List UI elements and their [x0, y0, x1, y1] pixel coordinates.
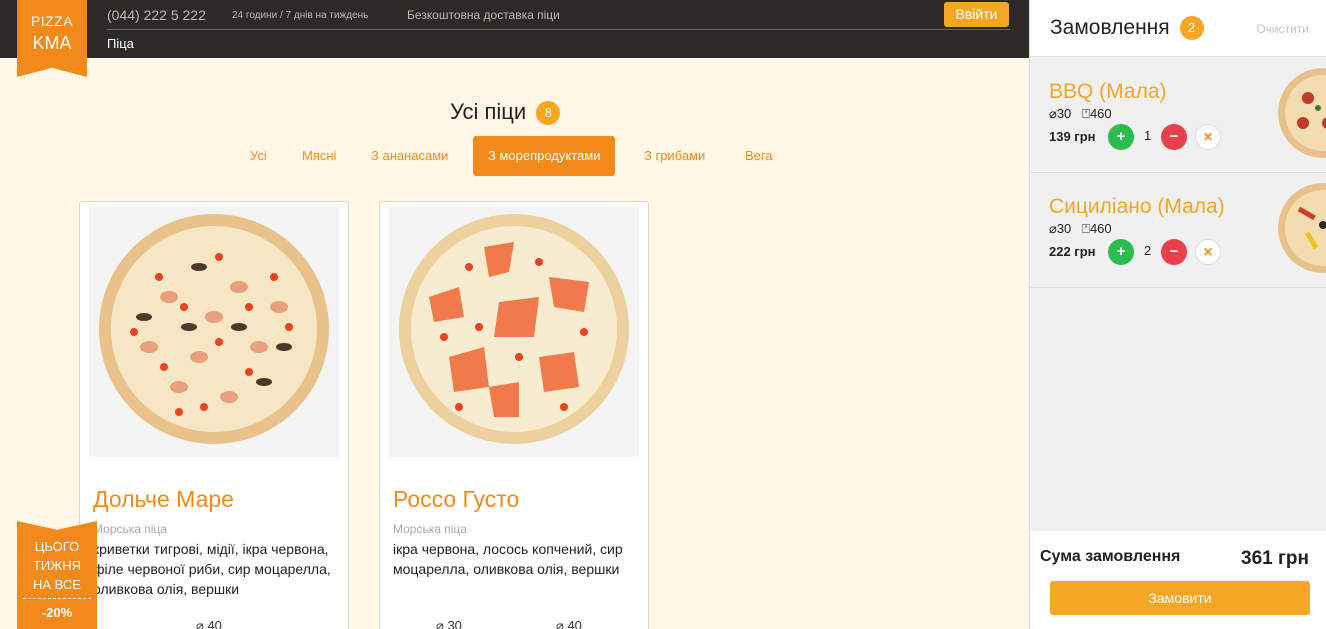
order-title: Замовлення 2 — [1050, 16, 1204, 41]
place-order-button[interactable]: Замовити — [1050, 581, 1310, 615]
top-bar: (044) 222 5 222 24 години / 7 днів на ти… — [0, 0, 1029, 58]
decrease-quantity-button[interactable]: − — [1161, 239, 1187, 265]
diameter-icon: ⌀ — [556, 618, 564, 629]
size-40: ⌀ 40 — [556, 618, 582, 629]
order-item-price: 222 грн — [1049, 244, 1096, 259]
clear-order-button[interactable]: Очистити — [1256, 22, 1309, 36]
order-item: Сициліано (Мала) ⌀30 ⍞460 222 грн + 2 − … — [1030, 173, 1326, 288]
size-value: 40 — [567, 618, 582, 629]
order-item-meta: ⌀30 ⍞460 — [1049, 221, 1112, 237]
page-title-text: Усі піци — [450, 99, 527, 124]
remove-item-button[interactable]: ✕ — [1195, 124, 1221, 150]
pizza-type: Морська піца — [93, 522, 167, 536]
pizza-rosso-gusto-image — [389, 207, 639, 457]
pizza-description: криветки тигрові, мідії, ікра червона, ф… — [93, 541, 331, 597]
order-item-weight: 460 — [1089, 221, 1112, 236]
order-footer: Сума замовлення 361 грн Замовити — [1030, 531, 1326, 629]
order-item: BBQ (Мала) ⌀30 ⍞460 139 грн + 1 − ✕ — [1030, 58, 1326, 173]
login-button[interactable]: Ввійти — [944, 2, 1009, 27]
promo-line-3: НА ВСЕ — [33, 577, 81, 592]
weight-icon: ⍞ — [1082, 221, 1090, 236]
order-count-badge: 2 — [1179, 16, 1204, 41]
size-30: ⌀ 30 — [436, 618, 462, 629]
pizza-name: Россо Густо — [393, 486, 520, 512]
order-title-text: Замовлення — [1050, 16, 1170, 39]
order-item-image — [1278, 183, 1326, 273]
working-hours: 24 години / 7 днів на тиждень — [232, 10, 369, 21]
filter-all[interactable]: Усі — [250, 136, 267, 176]
diameter-icon: ⌀ — [1049, 221, 1057, 236]
remove-item-button[interactable]: ✕ — [1195, 239, 1221, 265]
order-sum-value: 361 грн — [1241, 548, 1309, 569]
diameter-icon: ⌀ — [1049, 106, 1057, 121]
decrease-quantity-button[interactable]: − — [1161, 124, 1187, 150]
order-item-name: BBQ (Мала) — [1049, 80, 1167, 103]
logo-line-2: KMA — [32, 33, 72, 53]
promo-line-1: ЦЬОГО — [34, 539, 80, 554]
weekly-promo-ribbon[interactable]: ЦЬОГО ТИЖНЯ НА ВСЕ -20% — [17, 521, 97, 629]
filter-tabs: Усі Мясні З ананасами З морепродуктами З… — [0, 136, 1029, 176]
logo[interactable]: PIZZA KMA — [17, 0, 87, 77]
pizza-card: Россо Густо Морська піца ікра червона, л… — [379, 201, 649, 629]
order-item-meta: ⌀30 ⍞460 — [1049, 106, 1112, 122]
logo-line-1: PIZZA — [30, 13, 74, 29]
filter-seafood[interactable]: З морепродуктами — [473, 136, 616, 176]
order-sum-label: Сума замовлення — [1040, 548, 1181, 565]
delivery-info: Безкоштовна доставка піци — [407, 8, 560, 22]
filter-meat[interactable]: Мясні — [302, 136, 336, 176]
filter-vegan[interactable]: Вега — [745, 136, 773, 176]
order-item-image — [1278, 68, 1326, 158]
pizza-name: Дольче Маре — [93, 486, 234, 512]
pizza-siciliano-image — [1278, 183, 1326, 273]
promo-text: ЦЬОГО ТИЖНЯ НА ВСЕ — [17, 521, 97, 594]
phone-number[interactable]: (044) 222 5 222 — [107, 7, 206, 23]
order-item-quantity: 2 — [1144, 243, 1152, 258]
diameter-icon: ⌀ — [436, 618, 444, 629]
pizza-dolce-mare-image — [89, 207, 339, 457]
diameter-icon: ⌀ — [196, 618, 204, 629]
pizza-image — [89, 207, 339, 457]
pizza-description: ікра червона, лосось копчений, сир моцар… — [393, 541, 623, 577]
pizza-image — [389, 207, 639, 457]
pizza-bbq-image — [1278, 68, 1326, 158]
size-value: 40 — [207, 618, 222, 629]
nav-link-pizza[interactable]: Піца — [107, 36, 134, 51]
size-value: 30 — [447, 618, 462, 629]
order-item-diameter: 30 — [1056, 106, 1072, 121]
order-item-diameter: 30 — [1056, 221, 1072, 236]
increase-quantity-button[interactable]: + — [1108, 239, 1134, 265]
weight-icon: ⍞ — [1082, 106, 1090, 121]
increase-quantity-button[interactable]: + — [1108, 124, 1134, 150]
pizza-type: Морська піца — [393, 522, 467, 536]
size-40: ⌀ 40 — [196, 618, 222, 629]
filter-pineapple[interactable]: З ананасами — [371, 136, 448, 176]
order-item-price: 139 грн — [1049, 129, 1096, 144]
order-item-weight: 460 — [1089, 106, 1112, 121]
pizza-card: Дольче Маре Морська піца криветки тигров… — [79, 201, 349, 629]
header-divider — [107, 29, 1010, 30]
order-item-name: Сициліано (Мала) — [1049, 195, 1225, 218]
promo-discount: -20% — [41, 605, 73, 620]
promo-line-2: ТИЖНЯ — [32, 558, 82, 573]
order-header: Замовлення 2 Очистити — [1030, 0, 1326, 57]
pizza-count-badge: 8 — [536, 101, 561, 126]
page-title: Усі піци 8 — [450, 99, 561, 126]
filter-mushrooms[interactable]: З грибами — [644, 136, 705, 176]
order-item-quantity: 1 — [1144, 128, 1152, 143]
order-panel: Замовлення 2 Очистити BBQ (Мала) ⌀30 ⍞46… — [1029, 0, 1326, 629]
